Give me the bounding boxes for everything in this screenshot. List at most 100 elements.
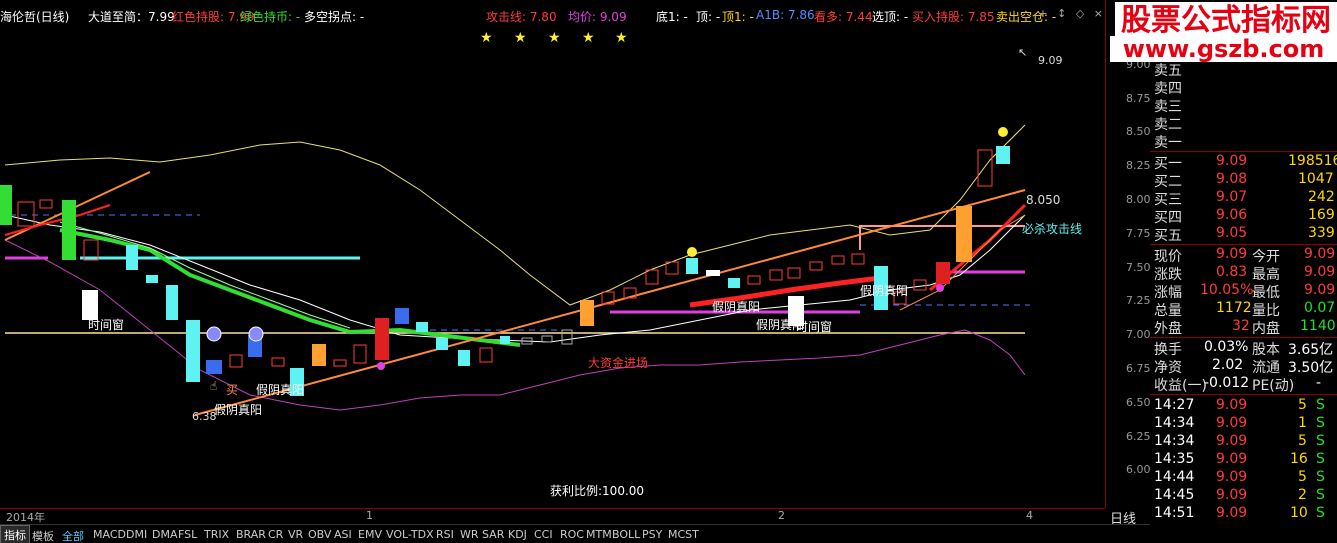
tab-dma[interactable]: DMA: [152, 528, 178, 541]
indicator-bull: 看多: 7.44: [814, 10, 873, 24]
candles: [0, 146, 1010, 396]
stock-title: 海伦哲(日线): [0, 10, 70, 24]
tab-emv[interactable]: EMV: [358, 528, 382, 541]
price-tick: 6.25: [1126, 430, 1151, 443]
svg-text:★: ★: [548, 30, 561, 46]
indicator-ab: A1B: 7.86: [756, 8, 815, 22]
tab-trix[interactable]: TRIX: [204, 528, 229, 541]
price-tick: 6.75: [1126, 362, 1151, 375]
hand-icon: ☝: [210, 379, 218, 393]
tab-roc[interactable]: ROC: [560, 528, 584, 541]
tab-asi[interactable]: ASI: [334, 528, 352, 541]
price-tick: 8.25: [1126, 159, 1151, 172]
bid-row: 买四 9.06 169: [1154, 207, 1335, 226]
date-tick: 4: [1026, 509, 1033, 522]
red-trend3: [4, 204, 111, 236]
price-tick: 7.50: [1126, 261, 1151, 274]
fund-row: 收益(一) -0.012 PE(动) -: [1154, 375, 1322, 394]
close-icon[interactable]: ×: [1094, 7, 1103, 20]
divider: [1150, 337, 1337, 338]
tab-psy[interactable]: PSY: [642, 528, 662, 541]
signal-dot: [248, 326, 264, 342]
price-tick: 7.00: [1126, 328, 1151, 341]
resize-icon[interactable]: ↕: [1057, 7, 1066, 20]
indicator-attack: 攻击线: 7.80: [486, 10, 557, 24]
tab-indicator[interactable]: 指标: [0, 525, 30, 543]
price-tick: 6.50: [1126, 396, 1151, 409]
indicator-tab-bar: 指标 模板 全部 MACD DMI DMA FSL TRIX BRAR CR V…: [0, 524, 1150, 543]
stat-row: 涨跌 0.83 最高 9.09: [1154, 264, 1336, 283]
fake-yin-label: 假阴真阳: [712, 300, 761, 314]
fake-yin-label: 假阴真阳: [256, 383, 305, 397]
date-axis: 2014年 1 2 4: [0, 508, 1105, 524]
price-axis: 9.00 8.75 8.50 8.25 8.00 7.75 7.50 7.25 …: [1105, 0, 1151, 508]
tick-row: 14:34 9.09 5 S: [1154, 433, 1325, 449]
stat-row: 外盘 32 内盘 1140: [1154, 318, 1336, 337]
kill-line-label: 必杀攻击线: [1022, 222, 1083, 236]
ask-row: 卖三: [1154, 99, 1182, 115]
trend-line: [194, 189, 1026, 416]
price-tick: 7.75: [1126, 227, 1151, 240]
tick-row: 14:51 9.09 10 S: [1154, 505, 1325, 521]
ask-row: 卖二: [1154, 117, 1182, 133]
svg-text:★: ★: [480, 30, 493, 46]
level-label: 8.050: [1026, 193, 1061, 207]
indicator-top1: 顶1: -: [722, 10, 754, 24]
indicator-pick: 选顶: -: [872, 10, 909, 24]
fund-row: 换手 0.03% 股本 3.65亿: [1154, 339, 1334, 358]
star-icons: ★ ★ ★ ★ ★: [480, 30, 628, 46]
tab-dmi[interactable]: DMI: [126, 528, 147, 541]
tab-kdj[interactable]: KDJ: [508, 528, 527, 541]
tab-mcst[interactable]: MCST: [668, 528, 699, 541]
svg-text:★: ★: [514, 30, 527, 46]
svg-text:★: ★: [615, 30, 628, 46]
tab-rsi[interactable]: RSI: [436, 528, 454, 541]
divider: [1150, 151, 1337, 152]
stat-row: 涨幅 10.05% 最低 9.09: [1154, 282, 1336, 301]
tab-fsl[interactable]: FSL: [178, 528, 197, 541]
svg-text:★: ★: [582, 30, 595, 46]
tab-macd[interactable]: MACD: [93, 528, 126, 541]
time-window-label: 时间窗: [88, 318, 125, 332]
tab-vol-tdx[interactable]: VOL-TDX: [386, 528, 434, 541]
bid-row: 买二 9.08 1047: [1154, 171, 1334, 190]
bid-row: 买五 9.05 339: [1154, 225, 1335, 244]
tab-cci[interactable]: CCI: [534, 528, 553, 541]
divider: [1150, 244, 1337, 245]
fund-row: 净资 2.02 流通 3.50亿: [1154, 357, 1334, 376]
signal-dot: [936, 284, 944, 292]
indicator-avg: 均价: 9.09: [568, 10, 627, 24]
tab-sar[interactable]: SAR: [482, 528, 504, 541]
tab-boll[interactable]: BOLL: [612, 528, 640, 541]
tab-cr[interactable]: CR: [268, 528, 283, 541]
diamond-icon[interactable]: ◇: [1076, 7, 1084, 20]
tick-row: 14:34 9.09 1 S: [1154, 415, 1325, 431]
price-tick: 8.00: [1126, 193, 1151, 206]
date-tick: 2014年: [6, 511, 45, 524]
ask-row: 卖五: [1154, 63, 1182, 79]
divider: [1150, 394, 1337, 395]
price-tick: 6.00: [1126, 463, 1151, 476]
time-window-label: 时间窗: [796, 320, 833, 334]
ask-row: 卖一: [1154, 135, 1182, 151]
tab-template[interactable]: 模板: [32, 528, 54, 543]
site-url: www.gszb.com: [1110, 36, 1337, 62]
zoom-in-icon[interactable]: +: [1038, 7, 1047, 20]
high-label: 9.09: [1038, 54, 1063, 67]
kline-chart-area[interactable]: ★ ★ ★ ★ ★ 9.09 ↖ 8.050 必杀攻击线 6.38 时间窗 买 …: [0, 0, 1105, 508]
indicator-bottom: 底1: -: [656, 10, 688, 24]
tab-all[interactable]: 全部: [62, 528, 84, 543]
buy-label: 买: [226, 383, 239, 397]
indicator-dadao: 大道至简：7.99: [88, 10, 175, 24]
tab-mtm[interactable]: MTM: [586, 528, 612, 541]
tab-obv[interactable]: OBV: [308, 528, 331, 541]
tab-wr[interactable]: WR: [460, 528, 479, 541]
tab-vr[interactable]: VR: [288, 528, 303, 541]
signal-dot: [998, 127, 1008, 137]
tick-row: 14:44 9.09 5 S: [1154, 469, 1325, 485]
kline-chart[interactable]: ★ ★ ★ ★ ★: [0, 0, 1105, 508]
tab-brar[interactable]: BRAR: [236, 528, 266, 541]
signal-dot: [377, 362, 385, 370]
ask-row: 卖四: [1154, 81, 1182, 97]
low-label: 6.38: [192, 410, 217, 423]
